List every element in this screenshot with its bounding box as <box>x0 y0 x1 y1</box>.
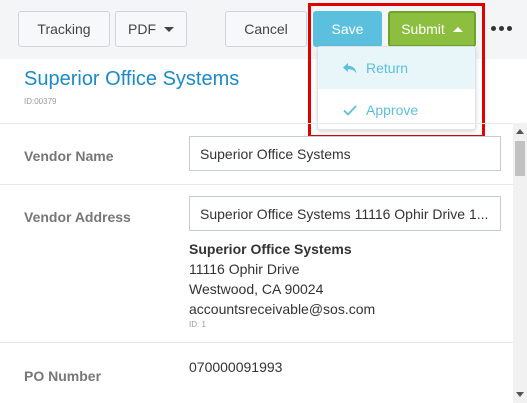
caret-up-icon <box>452 26 463 32</box>
vendor-address-block: Superior Office Systems 11116 Ophir Driv… <box>189 239 375 331</box>
more-options-icon[interactable] <box>491 26 512 31</box>
scroll-up-icon[interactable] <box>516 129 524 134</box>
pdf-button[interactable]: PDF <box>115 11 187 47</box>
divider <box>0 342 513 343</box>
cancel-button[interactable]: Cancel <box>225 11 307 47</box>
address-name: Superior Office Systems <box>189 241 352 257</box>
page-title: Superior Office Systems <box>24 68 240 90</box>
address-city: Westwood, CA 90024 <box>189 281 324 297</box>
address-id: ID: 1 <box>189 320 206 329</box>
tracking-button-label: Tracking <box>37 21 91 37</box>
reply-icon <box>343 63 357 74</box>
tracking-button[interactable]: Tracking <box>18 11 110 47</box>
cancel-button-label: Cancel <box>244 21 288 37</box>
caret-down-icon <box>164 26 174 32</box>
menu-item-approve-label: Approve <box>366 102 419 118</box>
po-number-label: PO Number <box>24 368 102 384</box>
check-icon <box>343 105 357 116</box>
submit-dropdown-menu: Return Approve <box>317 46 476 130</box>
vendor-address-field[interactable]: Superior Office Systems 11116 Ophir Driv… <box>189 196 501 231</box>
vendor-form: Vendor Name Superior Office Systems Vend… <box>0 123 513 403</box>
address-street: 11116 Ophir Drive <box>189 261 300 277</box>
scroll-down-icon[interactable] <box>516 392 524 397</box>
pdf-button-label: PDF <box>128 21 156 37</box>
po-number-value: 070000091993 <box>189 359 283 375</box>
divider <box>0 123 513 124</box>
address-email: accountsreceivable@sos.com <box>189 301 376 317</box>
save-button[interactable]: Save <box>313 11 382 47</box>
submit-button-label: Submit <box>401 21 445 37</box>
scrollbar[interactable] <box>513 123 527 403</box>
vendor-name-label: Vendor Name <box>24 148 114 164</box>
menu-item-return[interactable]: Return <box>318 47 475 89</box>
submit-button[interactable]: Submit <box>388 11 476 47</box>
vendor-name-field[interactable]: Superior Office Systems <box>189 136 501 171</box>
save-button-label: Save <box>331 21 364 37</box>
vendor-address-label: Vendor Address <box>24 209 131 225</box>
document-id: ID:00379 <box>24 97 57 106</box>
menu-item-return-label: Return <box>366 60 409 76</box>
scrollbar-thumb[interactable] <box>515 141 525 176</box>
divider <box>0 184 513 185</box>
